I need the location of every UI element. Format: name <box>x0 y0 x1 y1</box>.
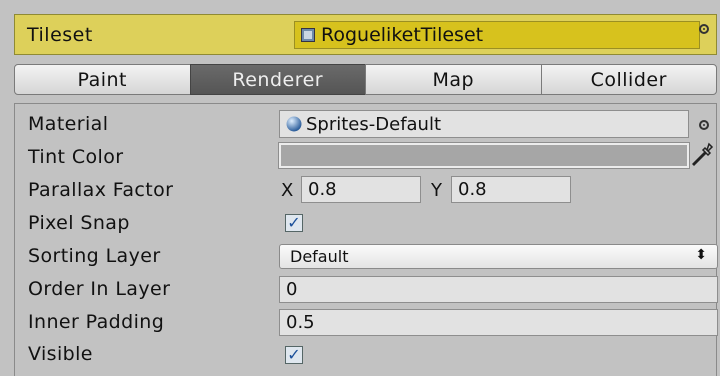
renderer-panel: Material Sprites-Default Tint Color Para… <box>14 103 718 376</box>
sorting-layer-dropdown[interactable]: Default ⬍ <box>279 244 718 269</box>
tileset-label: Tileset <box>27 24 93 46</box>
tileset-asset-icon <box>301 28 315 42</box>
order-in-layer-input[interactable]: 0 <box>279 276 718 303</box>
pixel-snap-checkbox[interactable]: ✓ <box>285 214 303 232</box>
sorting-layer-label: Sorting Layer <box>28 245 161 267</box>
dropdown-arrows-icon: ⬍ <box>695 247 707 263</box>
tab-map[interactable]: Map <box>365 64 542 95</box>
eyedropper-icon[interactable] <box>692 142 714 168</box>
tint-color-swatch[interactable] <box>278 142 690 169</box>
object-picker-icon[interactable] <box>699 24 709 34</box>
inner-padding-input[interactable]: 0.5 <box>279 309 718 336</box>
tab-bar: Paint Renderer Map Collider <box>14 64 717 95</box>
tab-collider-label: Collider <box>590 68 667 91</box>
parallax-y-input[interactable]: 0.8 <box>451 176 571 203</box>
tileset-header: Tileset RogueliketTileset <box>14 14 717 55</box>
tint-color-label: Tint Color <box>28 146 124 168</box>
inner-padding-label: Inner Padding <box>28 311 165 333</box>
tileset-value: RogueliketTileset <box>321 24 484 46</box>
visible-checkbox[interactable]: ✓ <box>285 346 303 364</box>
visible-label: Visible <box>28 343 93 365</box>
parallax-factor-label: Parallax Factor <box>28 179 174 201</box>
tab-paint[interactable]: Paint <box>14 64 191 95</box>
tab-renderer-label: Renderer <box>232 68 324 91</box>
order-in-layer-label: Order In Layer <box>28 278 171 300</box>
tileset-field[interactable]: RogueliketTileset <box>294 21 700 49</box>
parallax-x-label: X <box>281 180 294 201</box>
pixel-snap-label: Pixel Snap <box>28 212 130 234</box>
tab-collider[interactable]: Collider <box>540 64 717 95</box>
tab-renderer[interactable]: Renderer <box>189 64 366 95</box>
tab-paint-label: Paint <box>77 68 128 91</box>
tab-map-label: Map <box>432 68 475 91</box>
sorting-layer-value: Default <box>290 247 349 266</box>
parallax-x-input[interactable]: 0.8 <box>301 176 421 203</box>
material-field[interactable]: Sprites-Default <box>279 110 689 138</box>
material-value: Sprites-Default <box>306 113 442 135</box>
material-sphere-icon <box>286 116 302 132</box>
parallax-y-label: Y <box>431 180 442 201</box>
material-picker-icon[interactable] <box>699 120 709 130</box>
material-label: Material <box>28 113 109 135</box>
